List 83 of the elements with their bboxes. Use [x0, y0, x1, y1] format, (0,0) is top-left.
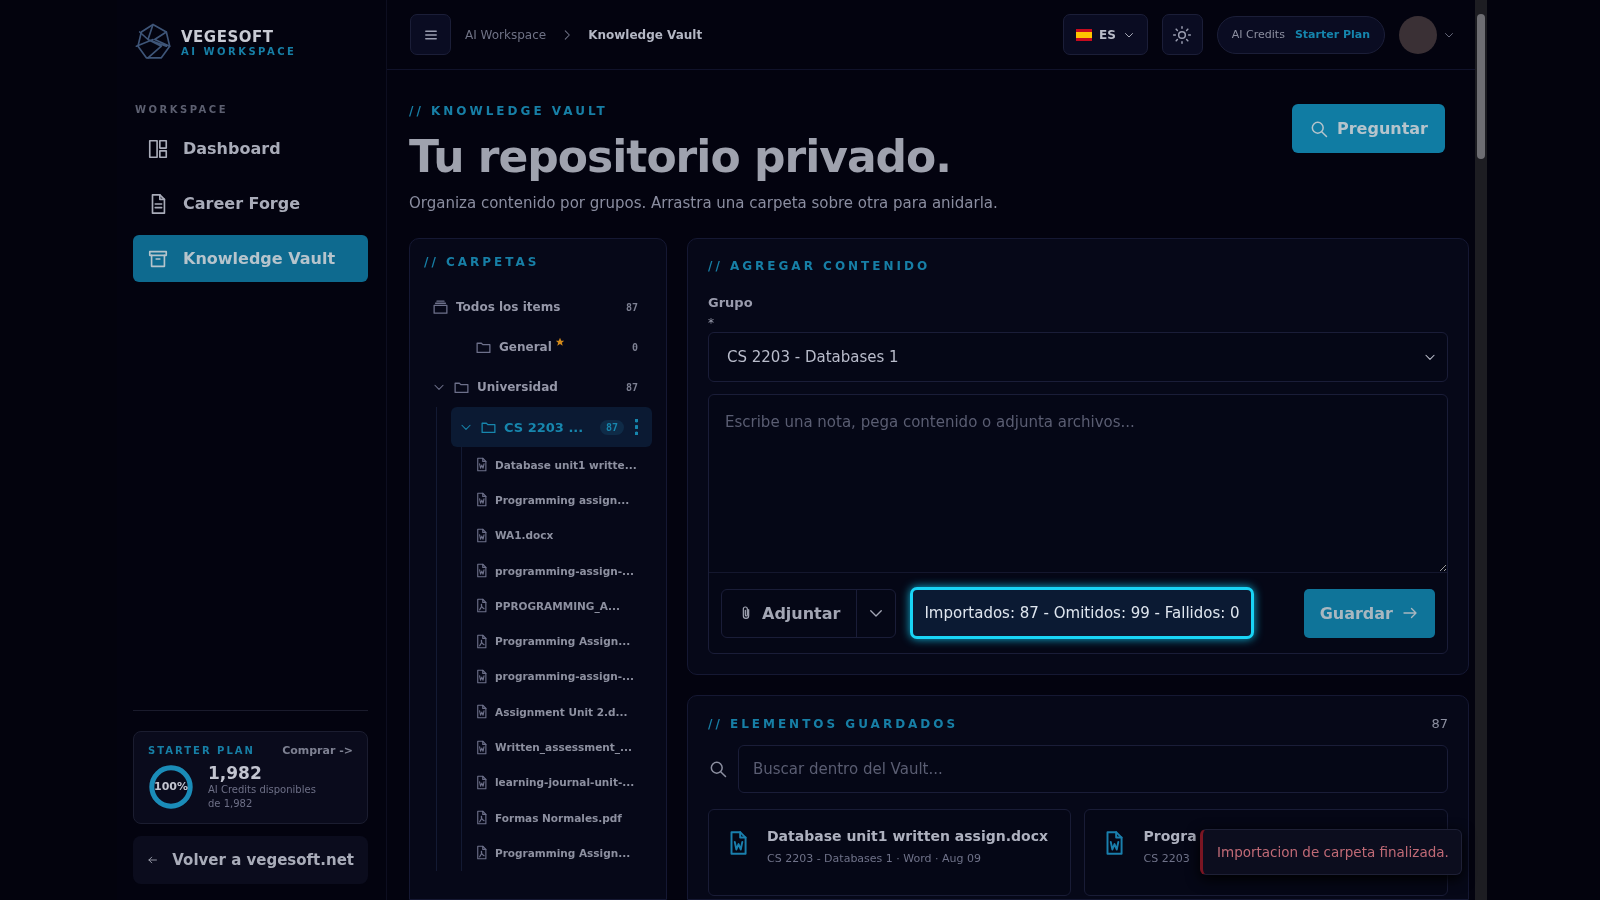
- menu-button[interactable]: [410, 14, 451, 55]
- note-field[interactable]: Escribe una nota, pega contenido o adjunta archivos...: [709, 395, 1447, 573]
- item-title: Database unit1 written assign.docx: [767, 828, 1048, 844]
- word-document-icon: [474, 668, 489, 684]
- pdf-document-icon: [474, 633, 489, 649]
- file-item[interactable]: Programming assign...: [470, 482, 652, 518]
- file-item[interactable]: Database unit1 writte...: [470, 447, 652, 483]
- nav-item[interactable]: Career Forge: [133, 180, 368, 227]
- field-label: Grupo: [708, 295, 754, 310]
- search-icon: [708, 759, 728, 779]
- item-count: 87: [599, 419, 624, 435]
- brand-tagline: AI WORKSPACE: [181, 45, 297, 57]
- page-eyebrow: // KNOWLEDGE VAULT: [409, 104, 609, 118]
- language-selector[interactable]: ES: [1063, 14, 1148, 55]
- pdf-document-icon: [474, 598, 489, 614]
- scrollbar-thumb[interactable]: [1477, 14, 1485, 159]
- file-item[interactable]: programming-assign-...: [470, 552, 652, 589]
- file-item[interactable]: programming-assign-...: [470, 658, 652, 695]
- item-meta: CS 2203: [1143, 852, 1191, 865]
- word-document-icon: [474, 563, 489, 579]
- percent-label: 100%: [154, 781, 188, 793]
- pdf-document-icon: [474, 810, 489, 826]
- toast-notification: Importacion de carpeta finalizada.: [1200, 829, 1462, 875]
- page-title: Tu repositorio privado.: [409, 132, 953, 182]
- flag-icon: [1076, 28, 1092, 41]
- pdf-document-icon: [474, 845, 489, 861]
- nav-item[interactable]: Knowledge Vault: [133, 235, 368, 282]
- credit-count: 1,982: [208, 763, 263, 783]
- item-count: 87: [624, 300, 639, 315]
- credits-label: AI Credits: [1231, 28, 1285, 41]
- word-document-icon: [474, 527, 489, 543]
- avatar[interactable]: [1399, 15, 1437, 54]
- file-item[interactable]: Programming Assign...: [470, 835, 652, 871]
- credit-caption: AI Credits disponibles: [208, 783, 316, 797]
- dashboard-icon: [147, 137, 169, 160]
- plan-title: STARTER PLAN: [148, 745, 255, 756]
- breadcrumb-item: Knowledge Vault: [588, 27, 703, 42]
- more-icon: [635, 419, 638, 435]
- file-item[interactable]: Programming Assign...: [470, 623, 652, 659]
- network-logo-icon: [133, 22, 173, 62]
- sun-icon: [1172, 24, 1193, 45]
- credits-pill[interactable]: AI Credits Starter Plan: [1216, 15, 1385, 54]
- panel-title: // ELEMENTOS GUARDADOS: [708, 716, 959, 731]
- required-mark: *: [708, 316, 715, 330]
- word-document-icon: [474, 774, 489, 790]
- import-status: Importados: 87 - Omitidos: 99 - Fallidos: 0: [910, 587, 1254, 639]
- panel-title: // AGREGAR CONTENIDO: [708, 259, 932, 273]
- nav-item[interactable]: Dashboard: [133, 125, 368, 172]
- folder-item[interactable]: Universidad 87: [424, 367, 652, 407]
- file-item[interactable]: Formas Normales.pdf: [470, 799, 652, 836]
- back-link[interactable]: Volver a vegesoft.net: [133, 836, 368, 884]
- item-title: Progra: [1143, 828, 1197, 844]
- folder-item[interactable]: CS 2203 ... 87: [451, 407, 652, 447]
- saved-item-card[interactable]: Database unit1 written assign.docx CS 2203 - Databases 1 · Word · Aug 09: [708, 809, 1072, 896]
- file-item[interactable]: PPROGRAMMING_A...: [470, 588, 652, 624]
- panel-title: // CARPETAS: [424, 255, 541, 269]
- file-item[interactable]: Written_assessment_...: [470, 729, 652, 765]
- section-label: WORKSPACE: [135, 104, 229, 115]
- word-document-icon: [474, 457, 489, 473]
- search-field[interactable]: Buscar dentro del Vault...: [738, 745, 1448, 793]
- word-document-icon: [474, 739, 489, 755]
- item-count: 87: [1431, 716, 1448, 731]
- group-select[interactable]: CS 2203 - Databases 1: [708, 332, 1448, 382]
- item-count: 0: [630, 340, 639, 355]
- item-count: 87: [624, 380, 639, 395]
- file-item[interactable]: Assignment Unit 2.d...: [470, 694, 652, 730]
- word-document-icon: [474, 492, 489, 508]
- word-document-icon: [474, 704, 489, 720]
- brand-name: VEGESOFT: [181, 27, 275, 46]
- folder-item[interactable]: General 0: [424, 327, 652, 367]
- stack-icon: [432, 298, 449, 316]
- item-meta: CS 2203 - Databases 1 · Word · Aug 09: [767, 852, 983, 865]
- page-subtitle: Organiza contenido por grupos. Arrastra una carpeta sobre otra para anidarla.: [409, 194, 998, 212]
- file-item[interactable]: WA1.docx: [470, 517, 652, 553]
- note-field[interactable]: Escribe una nota, pega contenido o adjunta archivos... Adjuntar Importados: 87 - Omitidos: 99 - Fallidos: 0 Guardar: [708, 394, 1448, 654]
- buy-link[interactable]: Comprar ->: [282, 744, 353, 757]
- credit-total: de 1,982: [208, 797, 254, 811]
- progress-ring: [148, 764, 194, 810]
- all-items[interactable]: Todos los items 87: [424, 287, 652, 327]
- file-item[interactable]: learning-journal-unit-...: [470, 764, 652, 800]
- plan-name: Starter Plan: [1294, 28, 1370, 41]
- breadcrumb-item[interactable]: AI Workspace: [465, 27, 547, 42]
- theme-toggle[interactable]: [1161, 14, 1203, 55]
